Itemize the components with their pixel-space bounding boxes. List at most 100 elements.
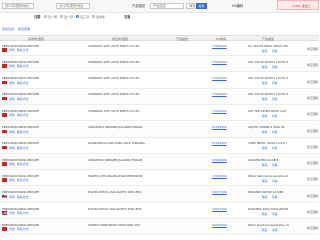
right-panel[interactable]: CSDN: 进出口 — [277, 0, 319, 10]
supplier-name[interactable]: SHANGHAI JUFU AUTO PARTS CO LTD — [88, 60, 160, 64]
detail-link[interactable]: 详情 — [9, 97, 15, 101]
desc-view-link[interactable]: 查看 — [272, 130, 278, 134]
detail-link[interactable]: 详情 — [9, 227, 15, 231]
desc-view-link[interactable]: 查看 — [272, 146, 278, 150]
table-row[interactable]: PRECISION INDIA PRIVATE 详情 联系方式 POLYPLASTIC… — [0, 204, 319, 219]
desc-view-link[interactable]: 查看 — [272, 212, 278, 216]
desc-view-link[interactable]: 查看 — [272, 179, 278, 183]
contact-link[interactable]: 联系方式 — [17, 211, 29, 215]
desc-view-link[interactable]: 查看 — [272, 65, 278, 69]
contact-link[interactable]: 联系方式 — [17, 178, 29, 182]
supplier-select[interactable]: 出口商/国别/地区 — [56, 3, 90, 9]
filter-option[interactable]: 近一周 — [44, 15, 57, 20]
detail-link[interactable]: 详情 — [9, 211, 15, 215]
buyer-name[interactable]: PRECISION INDIA PRIVATE — [2, 125, 48, 129]
detail-link[interactable]: 详情 — [9, 162, 15, 166]
contact-link[interactable]: 联系方式 — [17, 146, 29, 150]
desc-contact-link[interactable]: 联系 — [262, 130, 268, 134]
supplier-name[interactable]: GUANGZHOU SAN JIANG COLD FORGING — [88, 141, 160, 145]
detail-link[interactable]: 详情 — [9, 64, 15, 68]
detail-link[interactable]: 详情 — [9, 195, 15, 199]
hs-code-link[interactable]: 73200000 — [212, 60, 227, 64]
hs-code-link[interactable]: 73200000 — [212, 92, 227, 96]
contact-link[interactable]: 联系方式 — [17, 130, 29, 134]
table-row[interactable]: PRECISION INDIA PRIVATE 详情 联系方式 YANGZHOU SE… — [0, 122, 319, 138]
table-row[interactable]: PRECISION INDIA PRIVATE 详情 联系方式 SHANGHAI JU… — [0, 106, 319, 122]
hs-code-link[interactable]: 87082900 — [212, 158, 227, 162]
hs-code-link[interactable]: 87082900 — [212, 141, 227, 145]
breadcrumb-link[interactable]: 您的位置 — [2, 27, 14, 31]
supplier-name[interactable]: SHANGHAI JUFU AUTO PARTS CO LTD — [88, 76, 160, 80]
supplier-name[interactable]: YANGZHOU SENGMEI JIALIANG FORGIN — [88, 125, 160, 129]
product-input[interactable]: 产品描述 — [150, 3, 184, 9]
desc-view-link[interactable]: 查看 — [272, 228, 278, 232]
desc-contact-link[interactable]: 联系 — [262, 212, 268, 216]
desc-contact-link[interactable]: 联系 — [262, 179, 268, 183]
supplier-name[interactable]: SHANGHAI JUFU AUTO PARTS CO LTD — [88, 92, 160, 96]
hs-code-link[interactable]: 73200000 — [212, 76, 227, 80]
desc-view-link[interactable]: 查看 — [272, 195, 278, 199]
supplier-name[interactable]: TAIZHOU PRECISION (THAILAND) LTD — [88, 223, 160, 227]
table-row[interactable]: PRECISION INDIA PRIVATE 详情 联系方式 GUANGZHOU S… — [0, 139, 319, 154]
desc-view-link[interactable]: 查看 — [272, 97, 278, 101]
desc-view-link[interactable]: 查看 — [272, 49, 278, 53]
supplier-name[interactable]: POLYPLASTICS ASIA PACIFIC SDN. BHD — [88, 190, 160, 194]
desc-contact-link[interactable]: 联系 — [262, 114, 268, 118]
table-row[interactable]: PRECISION INDIA PRIVATE 详情 联系方式 YANGZHOU SE… — [0, 155, 319, 171]
filter-option[interactable]: 近一月 — [60, 15, 73, 20]
table-row[interactable]: PRECISION INDIA PRIVATE 详情 联系方式 TAIZHOU ZHO… — [0, 171, 319, 187]
desc-contact-link[interactable]: 联系 — [262, 49, 268, 53]
supplier-name[interactable]: SHANGHAI JUFU AUTO PARTS CO LTD — [88, 44, 160, 48]
contact-link[interactable]: 联系方式 — [17, 48, 29, 52]
buyer-name[interactable]: PRECISION INDIA PRIVATE — [2, 92, 48, 96]
buyer-name[interactable]: PRECISION INDIA PRIVATE — [2, 158, 48, 162]
contact-link[interactable]: 联系方式 — [17, 64, 29, 68]
supplier-name[interactable]: POLYPLASTICS ASIA PACIFIC SDN. BHD — [88, 207, 160, 211]
buyer-name[interactable]: PRECISION INDIA PRIVATE — [2, 207, 48, 211]
hs-code-link[interactable]: 73269090 — [212, 174, 227, 178]
detail-link[interactable]: 详情 — [9, 130, 15, 134]
desc-contact-link[interactable]: 联系 — [262, 195, 268, 199]
table-row[interactable]: PRECISION INDIA PRIVATE 详情 联系方式 SHANGHAI JU… — [0, 41, 319, 56]
desc-contact-link[interactable]: 联系 — [262, 97, 268, 101]
contact-link[interactable]: 联系方式 — [17, 195, 29, 199]
desc-contact-link[interactable]: 联系 — [262, 81, 268, 85]
buyer-name[interactable]: PRECISION INDIA PRIVATE — [2, 141, 48, 145]
filter-option[interactable]: 近三月 — [76, 15, 89, 20]
contact-link[interactable]: 联系方式 — [17, 227, 29, 231]
desc-contact-link[interactable]: 联系 — [262, 163, 268, 167]
contact-link[interactable]: 联系方式 — [17, 81, 29, 85]
filter-option[interactable]: 近半年 — [92, 15, 105, 20]
contact-link[interactable]: 联系方式 — [17, 113, 29, 117]
desc-view-link[interactable]: 查看 — [272, 114, 278, 118]
hs-code-link[interactable]: 90318000 — [212, 223, 227, 227]
contact-link[interactable]: 联系方式 — [17, 162, 29, 166]
detail-link[interactable]: 详情 — [9, 113, 15, 117]
table-row[interactable]: PRECISION INDIA PRIVATE 详情 联系方式 SHANGHAI JU… — [0, 74, 319, 89]
table-row[interactable]: PRECISION INDIA PRIVATE 详情 联系方式 SHANGHAI JU… — [0, 89, 319, 105]
detail-link[interactable]: 详情 — [9, 48, 15, 52]
contact-link[interactable]: 联系方式 — [17, 97, 29, 101]
detail-link[interactable]: 详情 — [9, 178, 15, 182]
hs-code-link[interactable]: 87082900 — [212, 125, 227, 129]
buyer-name[interactable]: PRECISION INDIA PRIVATE — [2, 190, 48, 194]
hs-code-link[interactable]: 73200000 — [212, 44, 227, 48]
desc-contact-link[interactable]: 联系 — [262, 65, 268, 69]
desc-view-link[interactable]: 查看 — [272, 163, 278, 167]
detail-link[interactable]: 详情 — [9, 146, 15, 150]
desc-contact-link[interactable]: 联系 — [262, 228, 268, 232]
buyer-name[interactable]: PRECISION INDIA PRIVATE — [2, 44, 48, 48]
search-button[interactable]: 搜索 — [196, 3, 207, 9]
hs-code-link[interactable]: 73200000 — [212, 109, 227, 113]
table-row[interactable]: PRECISION INDIA PRIVATE 详情 联系方式 TAIZHOU PRE… — [0, 220, 319, 236]
supplier-name[interactable]: TAIZHOU ZHONGXIN ZHIAN PRECISION — [88, 174, 160, 178]
table-row[interactable]: PRECISION INDIA PRIVATE 详情 联系方式 SHANGHAI JU… — [0, 57, 319, 73]
table-row[interactable]: PRECISION INDIA PRIVATE 详情 联系方式 POLYPLASTIC… — [0, 187, 319, 203]
supplier-name[interactable]: YANGZHOU SENGMEI JIALIANG FORGIN — [88, 158, 160, 162]
supplier-name[interactable]: SHANGHAI JUFU AUTO PARTS CO LTD — [88, 109, 160, 113]
hs-select[interactable]: 海关编码 — [186, 3, 195, 9]
desc-contact-link[interactable]: 联系 — [262, 146, 268, 150]
hs-code-link[interactable]: 39077000 — [212, 207, 227, 211]
detail-link[interactable]: 详情 — [9, 81, 15, 85]
hs-code-link[interactable]: 39077000 — [212, 190, 227, 194]
